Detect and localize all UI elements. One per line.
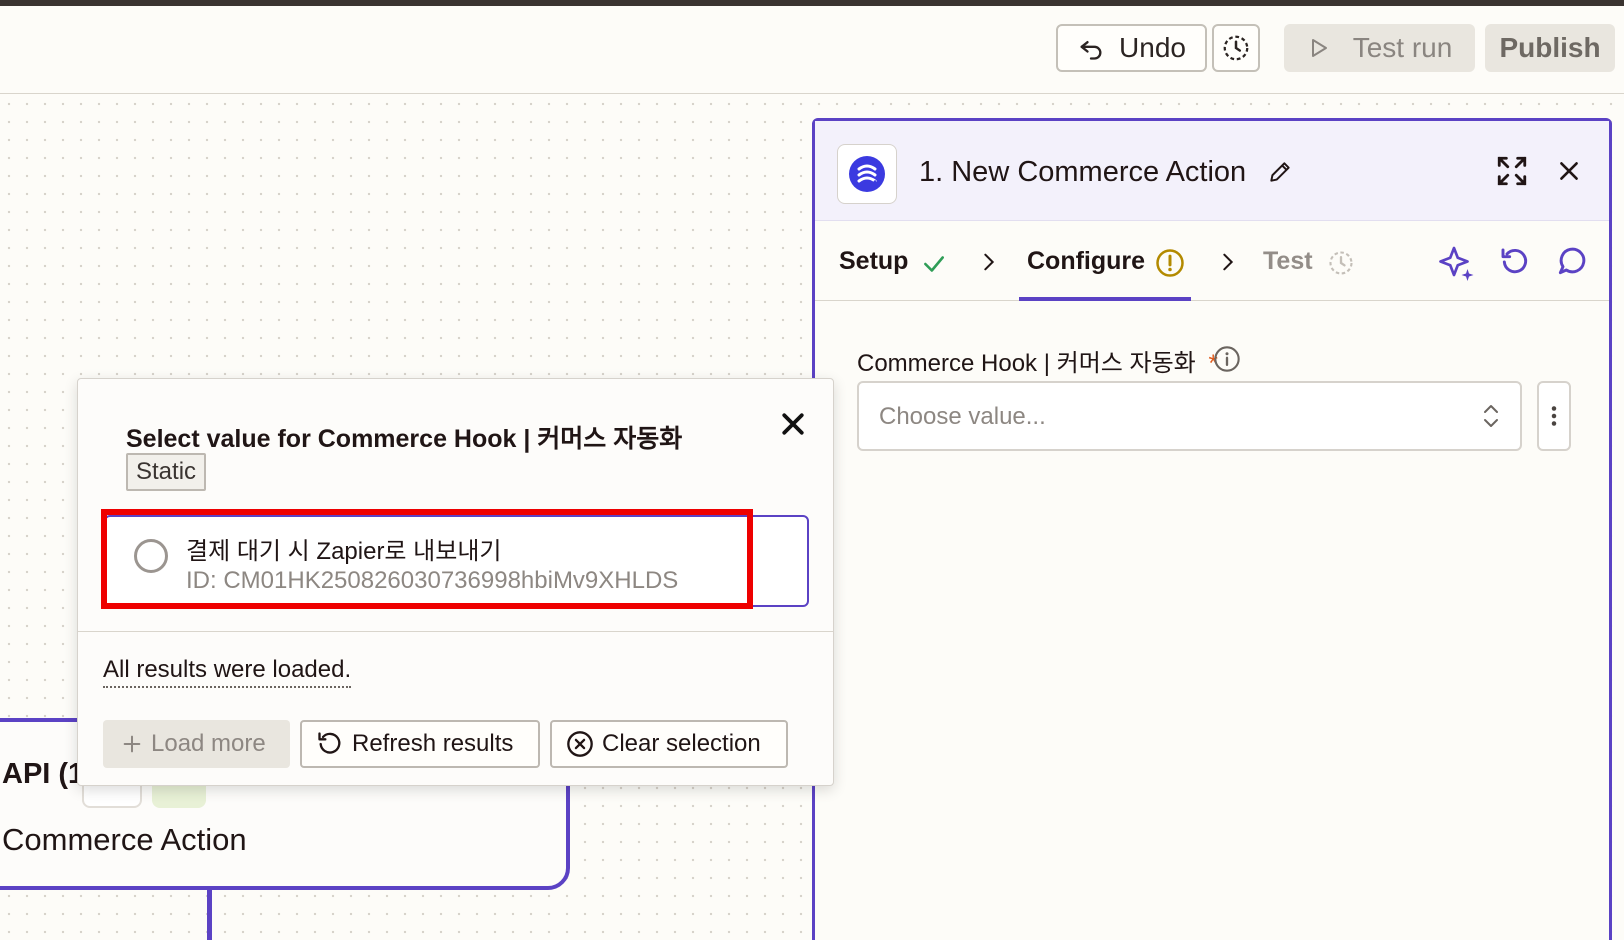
select-placeholder: Choose value... xyxy=(879,403,1046,430)
node-api-label: API (1 xyxy=(2,758,85,790)
pending-clock-icon xyxy=(1329,251,1353,275)
undo-label: Undo xyxy=(1119,32,1186,63)
refresh-icon xyxy=(318,732,341,754)
step-tabs: Setup Configure Test xyxy=(815,221,1609,301)
tab-test[interactable]: Test xyxy=(1263,247,1313,276)
comment-icon[interactable] xyxy=(1555,246,1587,278)
chevron-right-icon xyxy=(984,253,995,271)
load-more-label: Load more xyxy=(151,730,266,757)
publish-button[interactable]: Publish xyxy=(1485,24,1615,72)
clear-x-circle-icon xyxy=(567,731,593,757)
history-button[interactable] xyxy=(1212,24,1260,72)
option-id: ID: CM01HK250826030736998hbiMv9XHLDS xyxy=(186,567,679,594)
load-more-button[interactable]: Load more xyxy=(103,720,290,768)
plus-icon xyxy=(123,735,141,753)
option-item[interactable]: 결제 대기 시 Zapier로 내보내기 ID: CM01HK250826030… xyxy=(104,515,809,607)
tab-configure-underline xyxy=(1019,297,1191,301)
step-config-panel: 1. New Commerce Action Setup Configure T… xyxy=(812,118,1612,940)
test-run-button[interactable]: Test run xyxy=(1284,24,1475,72)
app-logo-icon xyxy=(837,144,897,204)
panel-header: 1. New Commerce Action xyxy=(815,121,1609,221)
check-icon xyxy=(924,256,944,272)
option-radio[interactable] xyxy=(134,539,168,573)
play-icon xyxy=(1311,39,1327,57)
results-loaded-message: All results were loaded. xyxy=(103,656,352,688)
tab-configure[interactable]: Configure xyxy=(1027,247,1145,276)
chevron-right-icon xyxy=(1223,253,1234,271)
select-arrows-icon xyxy=(1484,405,1498,427)
node-title: Commerce Action xyxy=(2,822,247,857)
refresh-icon[interactable] xyxy=(1499,246,1531,278)
panel-title[interactable]: 1. New Commerce Action xyxy=(919,156,1246,189)
top-toolbar: Undo Test run Publish xyxy=(0,6,1624,94)
node-connector-line xyxy=(207,890,212,940)
field-label: Commerce Hook | 커머스 자동화 xyxy=(857,350,1196,377)
publish-label: Publish xyxy=(1499,32,1601,63)
clear-selection-button[interactable]: Clear selection xyxy=(550,720,788,768)
select-value-popup: Select value for Commerce Hook | 커머스 자동화… xyxy=(77,378,834,786)
popup-divider xyxy=(78,631,833,632)
refresh-results-label: Refresh results xyxy=(352,730,514,757)
clear-selection-label: Clear selection xyxy=(602,730,761,757)
edit-pencil-icon[interactable] xyxy=(1267,159,1293,185)
undo-button[interactable]: Undo xyxy=(1056,24,1207,72)
close-popup-icon[interactable] xyxy=(778,409,808,439)
field-options-button[interactable] xyxy=(1537,381,1571,451)
tab-setup[interactable]: Setup xyxy=(839,247,908,276)
option-title: 결제 대기 시 Zapier로 내보내기 xyxy=(186,538,502,565)
static-badge: Static xyxy=(126,453,207,491)
refresh-results-button[interactable]: Refresh results xyxy=(300,720,540,768)
popup-title: Select value for Commerce Hook | 커머스 자동화 xyxy=(126,425,683,453)
field-label-row: Commerce Hook | 커머스 자동화 * xyxy=(857,343,1218,378)
test-run-label: Test run xyxy=(1352,32,1453,63)
kebab-menu-icon xyxy=(1551,406,1557,426)
close-panel-icon[interactable] xyxy=(1556,158,1582,184)
warning-circle-icon xyxy=(1156,249,1184,277)
undo-icon xyxy=(1080,41,1102,60)
expand-icon[interactable] xyxy=(1495,154,1529,188)
history-icon xyxy=(1223,35,1249,61)
info-icon[interactable] xyxy=(1213,345,1241,373)
ai-sparkle-icon[interactable] xyxy=(1439,245,1475,281)
commerce-hook-select[interactable]: Choose value... xyxy=(857,381,1522,451)
